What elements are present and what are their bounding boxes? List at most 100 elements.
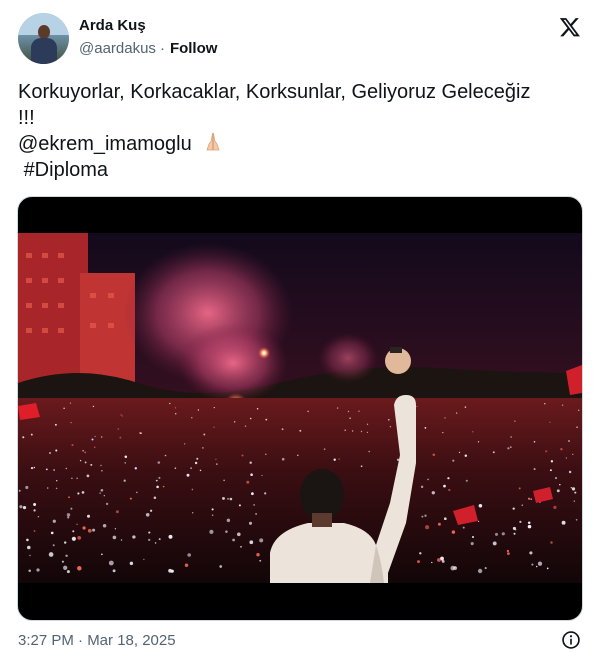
phone-light xyxy=(323,448,326,450)
phone-light xyxy=(507,447,510,450)
phone-light xyxy=(249,540,254,545)
phone-light xyxy=(33,503,37,506)
phone-light xyxy=(33,530,36,532)
phone-light xyxy=(211,514,214,516)
phone-light xyxy=(87,514,90,518)
tweet-mention-line: @ekrem_imamoglu xyxy=(18,131,582,157)
phone-light xyxy=(45,468,48,471)
phone-light xyxy=(64,541,67,544)
phone-light xyxy=(77,566,82,571)
phone-light xyxy=(472,536,474,538)
phone-light xyxy=(30,467,34,470)
phone-light xyxy=(215,458,217,460)
phone-light xyxy=(30,433,33,436)
phone-light xyxy=(112,569,116,573)
phone-light xyxy=(465,479,468,482)
phone-light xyxy=(22,436,25,439)
phone-light xyxy=(90,463,93,466)
phone-light xyxy=(149,509,153,512)
info-icon[interactable] xyxy=(561,630,581,650)
phone-light xyxy=(49,452,51,454)
phone-light xyxy=(492,451,495,454)
phone-light xyxy=(448,488,451,492)
hashtag-link[interactable]: #Diploma xyxy=(24,159,108,181)
phone-light xyxy=(416,405,418,408)
phone-light xyxy=(561,404,564,406)
phone-light xyxy=(140,432,142,435)
phone-light xyxy=(134,467,137,470)
follow-button[interactable]: Follow xyxy=(170,40,218,57)
phone-light xyxy=(253,504,255,506)
phone-light xyxy=(265,453,267,456)
phone-light xyxy=(213,426,215,428)
phone-light xyxy=(512,507,515,510)
phone-light xyxy=(333,458,336,461)
phone-light xyxy=(66,513,71,517)
phone-light xyxy=(121,415,124,417)
phone-light xyxy=(366,423,369,425)
phone-light xyxy=(250,473,253,477)
phone-light xyxy=(120,414,122,416)
folded-hands-emoji xyxy=(204,131,222,157)
phone-light xyxy=(101,553,103,556)
rally-photo[interactable] xyxy=(18,233,582,583)
phone-light xyxy=(478,520,480,522)
phone-light xyxy=(251,492,254,496)
phone-light xyxy=(199,469,202,472)
phone-light xyxy=(297,454,299,457)
mention-link[interactable]: @ekrem_imamoglu xyxy=(18,133,192,155)
phone-light xyxy=(174,407,177,409)
phone-light xyxy=(129,497,132,500)
phone-light xyxy=(143,558,145,560)
phone-light xyxy=(424,514,427,517)
timestamp[interactable]: 3:27 PM · Mar 18, 2025 xyxy=(18,632,176,649)
phone-light xyxy=(37,515,40,518)
phone-light xyxy=(22,505,27,510)
phone-light xyxy=(72,530,75,533)
phone-light xyxy=(100,488,104,492)
phone-light xyxy=(347,410,350,413)
phone-light xyxy=(226,518,231,523)
phone-light xyxy=(255,512,258,515)
author-handle[interactable]: @aardakus xyxy=(79,40,156,57)
phone-light xyxy=(421,515,424,518)
phone-light xyxy=(521,504,524,506)
media-container[interactable] xyxy=(17,196,583,621)
phone-light xyxy=(192,512,194,514)
phone-light xyxy=(223,479,225,482)
author-name[interactable]: Arda Kuş xyxy=(79,17,146,34)
phone-light xyxy=(48,552,54,557)
phone-light xyxy=(437,558,441,562)
phone-light xyxy=(81,491,85,494)
phone-light xyxy=(419,552,422,555)
phone-light xyxy=(114,528,117,530)
phone-light xyxy=(84,461,87,464)
phone-light xyxy=(70,507,73,510)
phone-light xyxy=(229,497,233,501)
phone-light xyxy=(156,485,159,489)
phone-light xyxy=(484,567,487,570)
phone-light xyxy=(27,545,31,550)
phone-light xyxy=(559,483,561,486)
avatar[interactable] xyxy=(18,13,69,64)
phone-light xyxy=(108,560,114,566)
phone-light xyxy=(509,446,512,448)
phone-light xyxy=(174,412,177,415)
phone-light xyxy=(420,485,424,489)
phone-light xyxy=(338,458,340,460)
phone-light xyxy=(100,464,102,467)
phone-light xyxy=(209,529,214,534)
phone-light xyxy=(416,560,421,564)
phone-light xyxy=(572,453,574,456)
phone-light xyxy=(544,403,546,405)
phone-light xyxy=(71,444,74,447)
phone-light xyxy=(132,535,136,539)
phone-light xyxy=(514,420,516,422)
phone-light xyxy=(191,417,193,419)
phone-light xyxy=(510,436,512,438)
x-logo-icon[interactable] xyxy=(559,16,581,38)
phone-light xyxy=(265,418,268,421)
phone-light xyxy=(360,430,363,433)
phone-light xyxy=(100,436,103,438)
phone-light xyxy=(240,545,242,548)
